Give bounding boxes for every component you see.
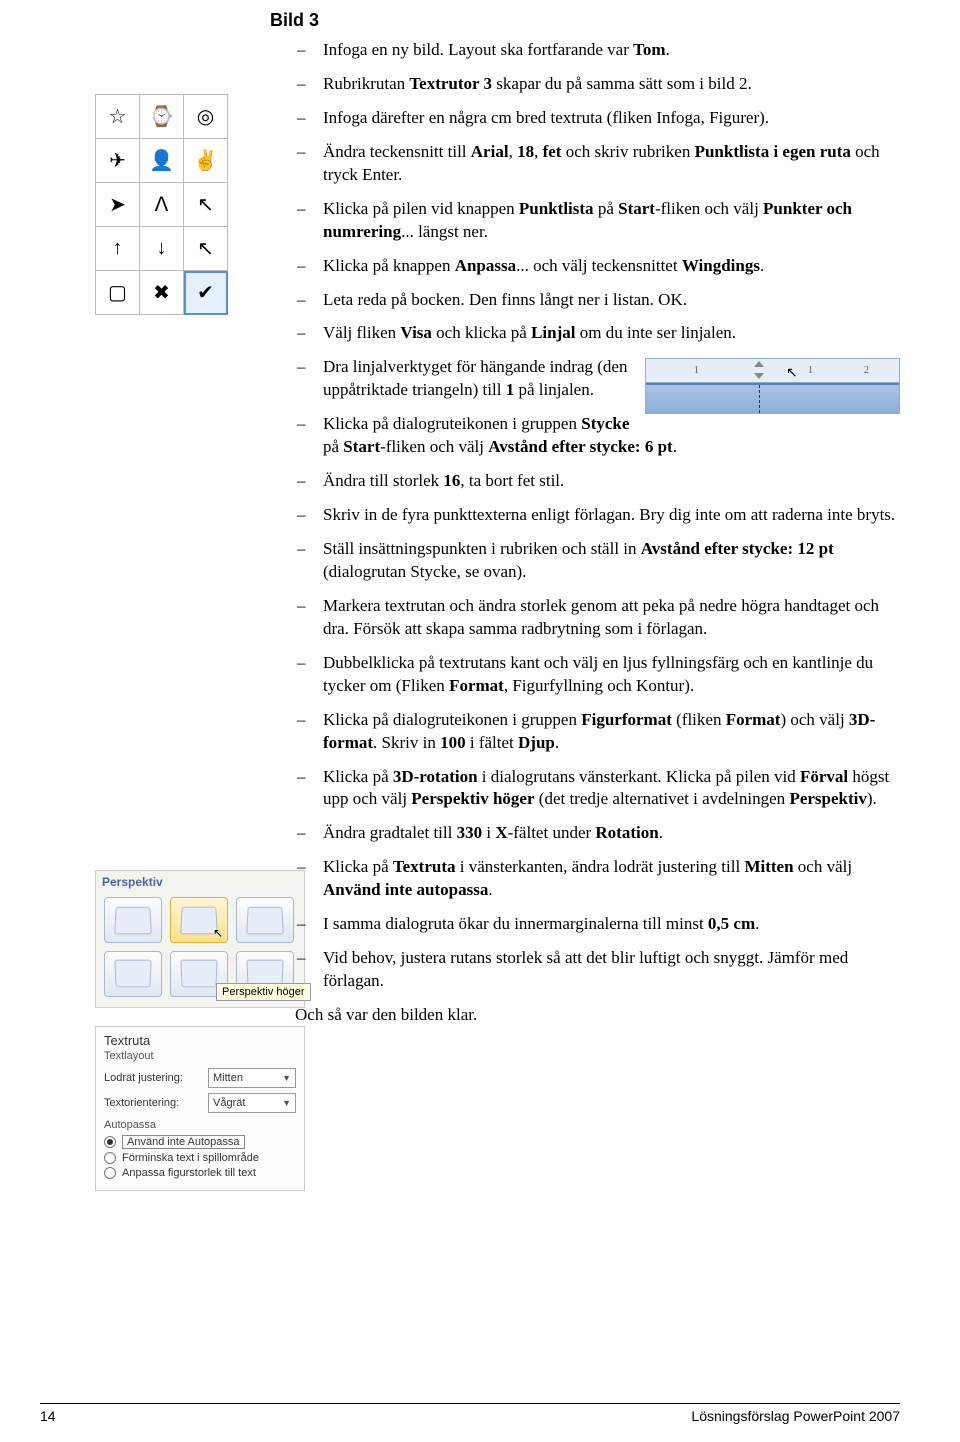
radio-off-icon[interactable] <box>104 1152 116 1164</box>
instruction-item: Klicka på pilen vid knappen Punktlista p… <box>295 198 900 244</box>
vertical-align-label: Lodrät justering: <box>104 1072 202 1084</box>
instruction-item: Ställ insättningspunkten i rubriken och … <box>295 538 900 584</box>
perspective-option-selected[interactable]: ↖ <box>170 897 228 943</box>
instruction-item: Ändra teckensnitt till Arial, 18, fet oc… <box>295 141 900 187</box>
footer-title: Lösningsförslag PowerPoint 2007 <box>691 1408 900 1424</box>
bullet-cell: ↑ <box>96 227 140 271</box>
bullet-cell: ↖ <box>184 183 228 227</box>
instruction-item: Ändra till storlek 16, ta bort fet stil. <box>295 470 900 493</box>
closing-text: Och så var den bilden klar. <box>295 1004 900 1027</box>
instruction-item: Infoga därefter en några cm bred textrut… <box>295 107 900 130</box>
instruction-item: Dubbelklicka på textrutans kant och välj… <box>295 652 900 698</box>
radio-label-shrink: Förminska text i spillområde <box>122 1152 259 1164</box>
bullet-cell: ✈ <box>96 139 140 183</box>
radio-on-icon[interactable] <box>104 1136 116 1148</box>
chevron-down-icon: ▼ <box>282 1073 291 1083</box>
cursor-icon: ↖ <box>786 365 798 384</box>
bullet-cell-selected-checkmark: ✔ <box>184 271 228 315</box>
text-orient-value: Vågrät <box>213 1097 245 1109</box>
bullet-cell: ✖ <box>140 271 184 315</box>
instruction-item: Infoga en ny bild. Layout ska fortfarand… <box>295 39 900 62</box>
instruction-item: Klicka på knappen Anpassa... och välj te… <box>295 255 900 278</box>
instruction-item: Klicka på dialogruteikonen i gruppen Sty… <box>295 413 900 459</box>
vertical-align-value: Mitten <box>213 1072 243 1084</box>
instruction-item: 112↖Dra linjalverktyget för hängande ind… <box>295 356 900 402</box>
ruler-number: 2 <box>864 364 869 378</box>
ruler-image: 1 1 2 ↖ <box>645 358 900 414</box>
radio-label-no-autofit: Använd inte Autopassa <box>122 1135 245 1149</box>
bullet-cell: ✌ <box>184 139 228 183</box>
bullet-grid-image: ☆ ⌚ ◎ ✈ 👤 ✌ ➤ ᐱ ↖ ↑ ↓ ↖ <box>95 94 228 315</box>
vertical-align-select[interactable]: Mitten ▼ <box>208 1068 296 1088</box>
textruta-panel: Textruta Textlayout Lodrät justering: Mi… <box>95 1026 305 1191</box>
perspective-label: Perspektiv <box>96 871 304 893</box>
autopassa-title: Autopassa <box>104 1119 296 1131</box>
bullet-cell: ☆ <box>96 95 140 139</box>
radio-label-resize-shape: Anpassa figurstorlek till text <box>122 1167 256 1179</box>
instruction-item: Rubrikrutan Textrutor 3 skapar du på sam… <box>295 73 900 96</box>
cursor-icon: ↖ <box>213 926 223 940</box>
instruction-item: Ändra gradtalet till 330 i X-fältet unde… <box>295 822 900 845</box>
instruction-item: Leta reda på bocken. Den finns långt ner… <box>295 289 900 312</box>
radio-off-icon[interactable] <box>104 1167 116 1179</box>
heading-bild3: Bild 3 <box>270 10 900 31</box>
perspective-option[interactable] <box>236 897 294 943</box>
instruction-item: Skriv in de fyra punkttexterna enligt fö… <box>295 504 900 527</box>
ruler-number: 1 <box>808 364 813 378</box>
text-orient-select[interactable]: Vågrät ▼ <box>208 1093 296 1113</box>
instruction-item: Klicka på Textruta i vänsterkanten, ändr… <box>295 856 900 902</box>
instruction-item: Markera textrutan och ändra storlek geno… <box>295 595 900 641</box>
ruler-number: 1 <box>694 364 699 378</box>
chevron-down-icon: ▼ <box>282 1098 291 1108</box>
bullet-cell: ᐱ <box>140 183 184 227</box>
instruction-item: Vid behov, justera rutans storlek så att… <box>295 947 900 993</box>
bullet-cell: ◎ <box>184 95 228 139</box>
perspective-option[interactable] <box>104 951 162 997</box>
perspective-panel: Perspektiv ↖ Perspektiv höger <box>95 870 305 1008</box>
bullet-cell: ↓ <box>140 227 184 271</box>
bullet-cell: ↖ <box>184 227 228 271</box>
page-number: 14 <box>40 1408 56 1424</box>
instruction-item: Välj fliken Visa och klicka på Linjal om… <box>295 322 900 345</box>
instruction-list: Infoga en ny bild. Layout ska fortfarand… <box>295 39 900 993</box>
ruler-indent-marker-icon <box>754 361 764 379</box>
bullet-cell: ⌚ <box>140 95 184 139</box>
text-orient-label: Textorientering: <box>104 1097 202 1109</box>
textruta-subtitle: Textlayout <box>104 1050 296 1062</box>
instruction-item: Klicka på dialogruteikonen i gruppen Fig… <box>295 709 900 755</box>
bullet-cell: ▢ <box>96 271 140 315</box>
textruta-title: Textruta <box>104 1033 296 1048</box>
instruction-item: I samma dialogruta ökar du innermarginal… <box>295 913 900 936</box>
instruction-item: Klicka på 3D-rotation i dialogrutans vän… <box>295 766 900 812</box>
bullet-cell: ➤ <box>96 183 140 227</box>
perspective-option[interactable] <box>104 897 162 943</box>
bullet-cell: 👤 <box>140 139 184 183</box>
